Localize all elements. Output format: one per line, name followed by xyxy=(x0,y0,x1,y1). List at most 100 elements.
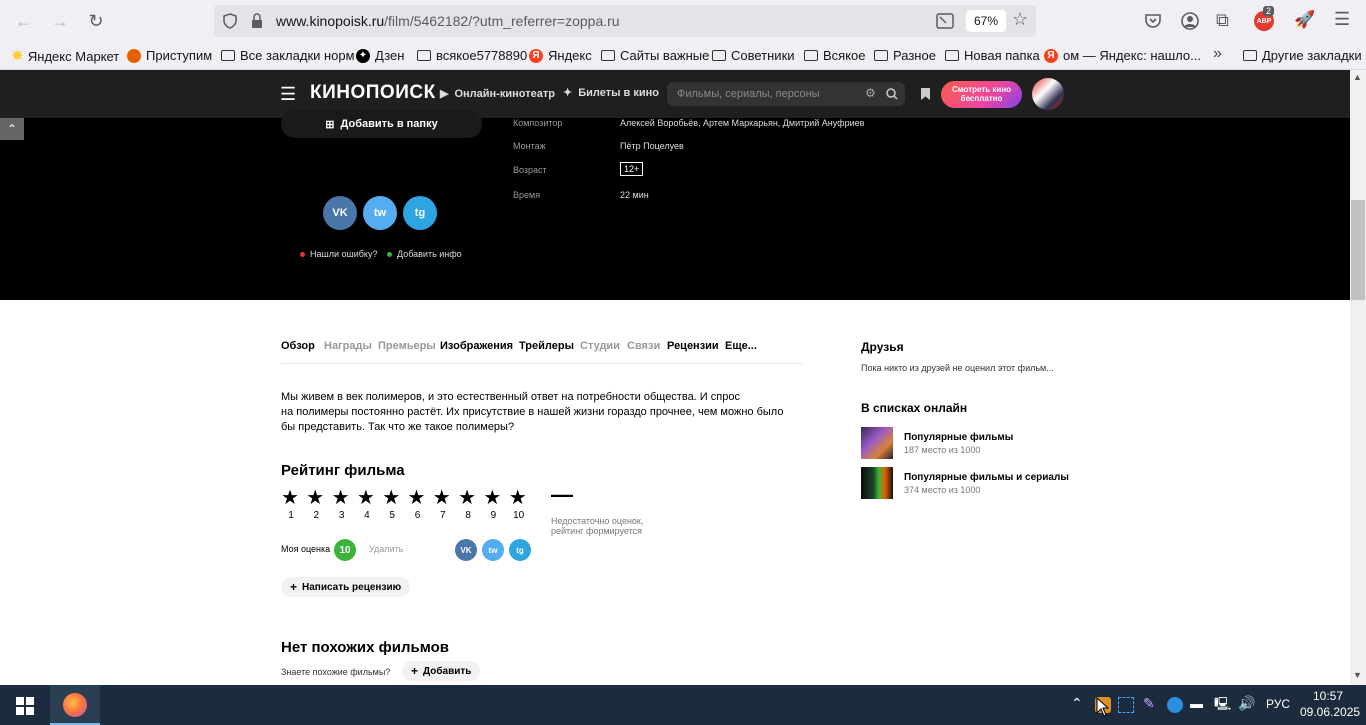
rating-star-number: 4 xyxy=(364,510,370,521)
rating-star[interactable]: ★ xyxy=(382,487,400,509)
telegram-share-small-button[interactable]: tg xyxy=(509,539,531,561)
search-input[interactable]: Фильмы, сериалы, персоны ⚙ xyxy=(667,82,905,106)
bookmark-icon[interactable] xyxy=(920,87,931,101)
twitter-share-small-button[interactable]: tw xyxy=(482,539,504,561)
star-bookmark-icon[interactable]: ☆ xyxy=(1012,9,1028,30)
rating-star[interactable]: ★ xyxy=(433,487,451,509)
more-bookmarks-icon[interactable]: » xyxy=(1213,45,1222,63)
bookmark-item[interactable]: Другие закладки xyxy=(1243,48,1362,63)
add-info-link[interactable]: Добавить инфо xyxy=(387,249,462,259)
write-review-button[interactable]: + Написать рецензию xyxy=(281,577,411,597)
tab-reviews[interactable]: Рецензии xyxy=(667,340,719,352)
rating-star[interactable]: ★ xyxy=(483,487,501,509)
tab-links[interactable]: Связи xyxy=(627,340,660,352)
search-icon[interactable] xyxy=(886,88,898,100)
filter-icon[interactable]: ⚙ xyxy=(865,86,876,100)
zoom-badge[interactable]: 67% xyxy=(966,10,1006,32)
screenshot-tray-icon[interactable] xyxy=(1118,697,1134,713)
back-arrow-icon[interactable]: ← xyxy=(12,9,36,33)
bookmark-item[interactable]: Разное xyxy=(874,48,936,63)
tab-premieres[interactable]: Премьеры xyxy=(378,340,436,352)
bookmark-item[interactable]: ✦ Дзен xyxy=(356,48,404,63)
twitter-share-button[interactable]: tw xyxy=(363,196,397,230)
tab-studios[interactable]: Студии xyxy=(580,340,620,352)
add-similar-button[interactable]: + Добавить xyxy=(402,661,481,681)
rocket-icon[interactable]: 🚀 xyxy=(1294,10,1315,30)
hamburger-icon[interactable]: ☰ xyxy=(280,84,296,105)
clock[interactable]: 10:57 09.06.2025 xyxy=(1300,688,1360,720)
list-thumbnail[interactable] xyxy=(861,427,893,459)
list-title[interactable]: Популярные фильмы и сериалы xyxy=(904,472,1069,483)
site-logo[interactable]: КИНОПОИСК xyxy=(310,82,436,104)
tab-images[interactable]: Изображения xyxy=(440,340,513,352)
rating-star[interactable]: ★ xyxy=(357,487,375,509)
network-icon[interactable]: 🖳 xyxy=(1214,695,1231,711)
list-title[interactable]: Популярные фильмы xyxy=(904,432,1013,443)
scroll-top-button[interactable]: ⌃ xyxy=(0,118,24,140)
extensions-icon[interactable]: ⧉ xyxy=(1216,10,1229,31)
bookmark-item[interactable]: Советники xyxy=(712,48,795,63)
tray-expand-icon[interactable]: ⌃ xyxy=(1071,695,1083,712)
scroll-down-icon[interactable]: ▼ xyxy=(1353,670,1362,680)
bookmark-item[interactable]: всякое5778890 xyxy=(417,48,527,63)
bookmark-item[interactable]: Новая папка xyxy=(945,48,1040,63)
rating-star[interactable]: ★ xyxy=(306,487,324,509)
detail-value[interactable]: Алексей Воробьёв, Артем Маркарьян, Дмитр… xyxy=(620,118,864,128)
volume-icon[interactable]: 🔊 xyxy=(1238,695,1255,711)
rating-value: — xyxy=(551,482,573,507)
scroll-up-icon[interactable]: ▲ xyxy=(1353,72,1362,82)
pocket-icon[interactable] xyxy=(1144,12,1162,30)
edge-tray-icon[interactable] xyxy=(1167,697,1183,713)
forward-arrow-icon[interactable]: → xyxy=(48,9,72,33)
list-thumbnail[interactable] xyxy=(861,467,893,499)
bookmark-item[interactable]: Всякое xyxy=(804,48,866,63)
page-scrollbar[interactable]: ▲ ▼ xyxy=(1350,70,1366,685)
url-bar[interactable]: www.kinopoisk.ru/film/5462182/?utm_refer… xyxy=(214,5,1036,37)
rating-star[interactable]: ★ xyxy=(281,487,299,509)
delete-rating-link[interactable]: Удалить xyxy=(369,544,403,554)
bookmark-item[interactable]: Я Яндекс xyxy=(529,48,592,63)
scrollbar-thumb[interactable] xyxy=(1351,200,1365,300)
avatar[interactable] xyxy=(1032,78,1064,110)
picture-in-picture-icon[interactable] xyxy=(936,13,954,29)
rating-star[interactable]: ★ xyxy=(408,487,426,509)
tab-more[interactable]: Еще... xyxy=(725,340,757,352)
bookmark-item[interactable]: Все закладки норм xyxy=(221,48,355,63)
report-error-link[interactable]: Нашли ошибку? xyxy=(300,249,377,259)
taskbar-firefox-button[interactable] xyxy=(50,685,100,725)
rating-star[interactable]: ★ xyxy=(332,487,350,509)
rating-star[interactable]: ★ xyxy=(458,487,476,509)
bookmark-item[interactable]: Приступим xyxy=(127,48,212,63)
tab-trailers[interactable]: Трейлеры xyxy=(519,340,574,352)
tickets-link[interactable]: ✦ Билеты в кино xyxy=(563,86,659,100)
shield-icon[interactable] xyxy=(222,13,238,29)
vk-share-small-button[interactable]: VK xyxy=(455,539,477,561)
lock-icon[interactable] xyxy=(250,13,264,29)
account-icon[interactable] xyxy=(1180,11,1200,31)
tab-awards[interactable]: Награды xyxy=(324,340,372,352)
bookmark-item[interactable]: Сайты важные xyxy=(601,48,709,63)
age-badge: 12+ xyxy=(620,162,644,176)
tab-overview[interactable]: Обзор xyxy=(281,340,315,352)
telegram-share-button[interactable]: tg xyxy=(403,196,437,230)
url-text[interactable]: www.kinopoisk.ru/film/5462182/?utm_refer… xyxy=(276,13,620,29)
feather-tray-icon[interactable]: ✎ xyxy=(1143,695,1159,711)
firefox-icon xyxy=(127,48,141,63)
bookmark-item[interactable]: Яом — Яндекс: нашло... xyxy=(1044,48,1201,63)
watch-free-button[interactable]: Смотреть кино бесплатно xyxy=(941,81,1022,108)
vk-share-button[interactable]: VK xyxy=(323,196,357,230)
friends-text: Пока никто из друзей не оценил этот филь… xyxy=(861,363,1054,373)
reload-icon[interactable]: ↻ xyxy=(84,9,108,33)
detail-value[interactable]: Пётр Поцелуев xyxy=(620,141,684,151)
yandex-icon: Я xyxy=(1044,48,1058,63)
language-indicator[interactable]: РУС xyxy=(1266,697,1290,711)
bookmark-item[interactable]: ✸ Яндекс Маркет xyxy=(12,48,119,64)
menu-icon[interactable]: ☰ xyxy=(1334,9,1350,30)
rating-star[interactable]: ★ xyxy=(509,487,527,509)
similar-title: Нет похожих фильмов xyxy=(281,639,450,656)
windows-start-icon[interactable] xyxy=(16,697,34,715)
add-to-folder-button[interactable]: ⊞ Добавить в папку xyxy=(281,110,482,138)
rating-star-number: 10 xyxy=(513,510,525,521)
online-cinema-link[interactable]: ▶ Онлайн-кинотеатр xyxy=(440,87,555,101)
battery-icon[interactable]: ▬ xyxy=(1190,696,1206,712)
